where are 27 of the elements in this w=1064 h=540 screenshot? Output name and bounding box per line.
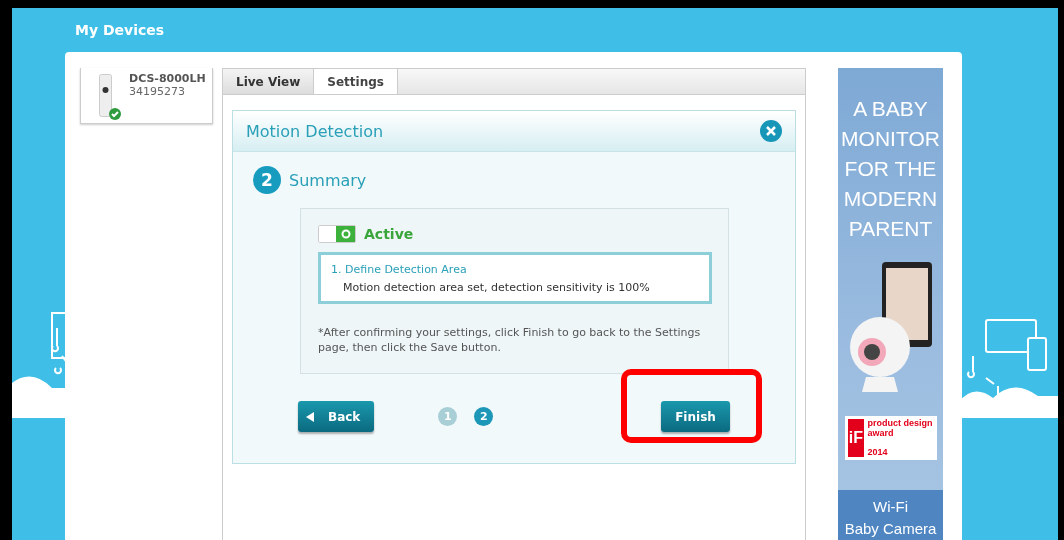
finish-button[interactable]: Finish bbox=[661, 401, 730, 432]
close-icon[interactable] bbox=[760, 120, 782, 142]
back-button[interactable]: Back bbox=[298, 401, 375, 432]
tab[interactable]: Settings bbox=[314, 69, 398, 95]
device-name: DCS-8000LH bbox=[129, 72, 206, 85]
dialog-title: Motion Detection bbox=[246, 121, 384, 141]
page-indicator[interactable]: 2 bbox=[474, 407, 494, 426]
ad-footer-text: Baby Camera bbox=[844, 519, 937, 539]
award-label: product design award bbox=[867, 419, 934, 439]
toggle-switch[interactable] bbox=[318, 225, 356, 243]
device-card[interactable]: DCS-8000LH 34195273 bbox=[80, 68, 213, 124]
tab[interactable]: Live View bbox=[223, 69, 315, 94]
award-logo: iF bbox=[847, 419, 865, 457]
award-year: 2014 bbox=[867, 447, 889, 457]
note-text: *After confirming your settings, click Finish to go back to the Settings page, then click the Save button. bbox=[318, 326, 702, 356]
triangle-left-icon bbox=[306, 411, 314, 422]
ad-headline: A BABY MONITOR FOR THE MODERN PARENT bbox=[840, 96, 941, 242]
toggle-label: Active bbox=[364, 226, 414, 242]
summary-text: Motion detection area set, detection sensitivity is 100% bbox=[343, 281, 651, 294]
step-number: 2 bbox=[253, 166, 281, 194]
ad-footer-text: Wi-Fi bbox=[873, 497, 908, 517]
summary-title: 1. Define Detection Area bbox=[331, 263, 468, 276]
step-title: Summary bbox=[289, 170, 367, 190]
device-serial: 34195273 bbox=[129, 85, 186, 98]
camera-icon bbox=[99, 74, 112, 117]
page-title: My Devices bbox=[75, 22, 165, 38]
ring-icon bbox=[340, 229, 351, 239]
